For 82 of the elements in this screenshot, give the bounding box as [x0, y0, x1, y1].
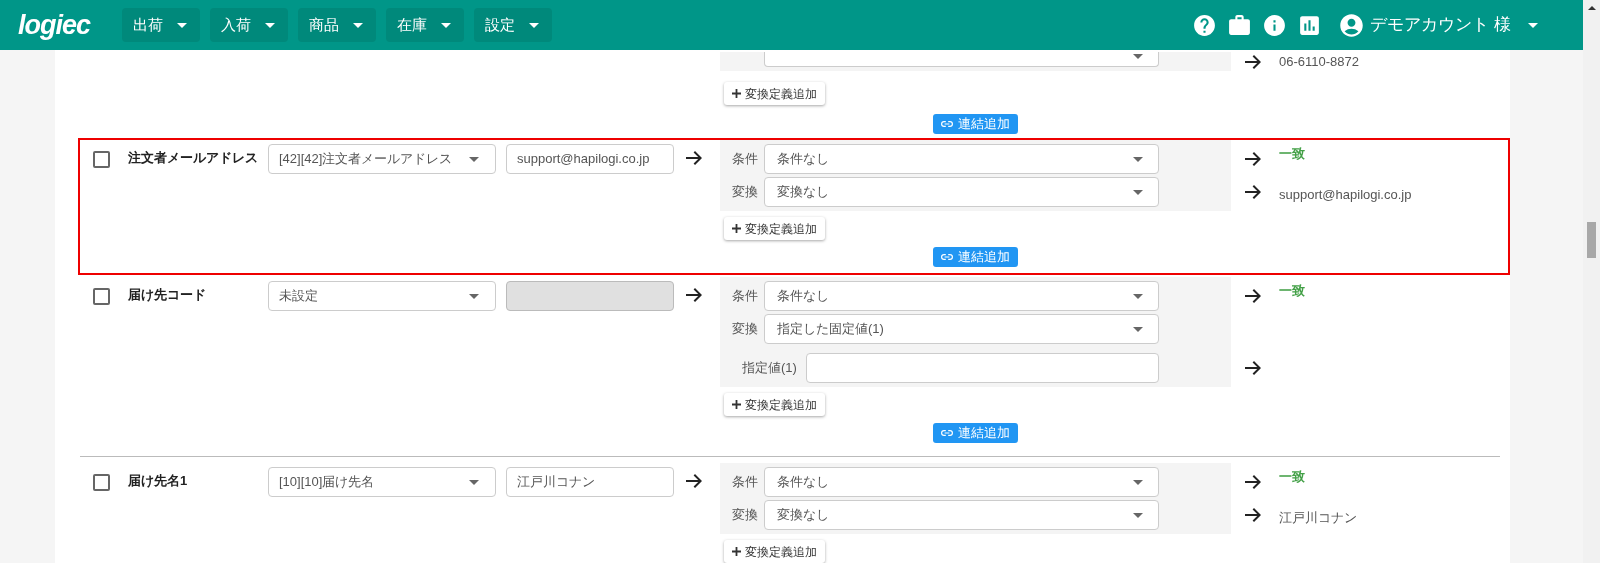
nav-menu[interactable]: 設定	[474, 8, 552, 42]
match-status: 一致	[1279, 145, 1305, 164]
arrow-icon	[1245, 507, 1261, 523]
arrow-icon	[686, 150, 702, 166]
nav-menu[interactable]: 商品	[298, 8, 376, 42]
checkbox[interactable]	[93, 474, 110, 491]
rule-label: 条件	[731, 150, 758, 169]
dropdown-caret-icon	[1133, 156, 1143, 162]
logo: logiec	[18, 11, 92, 39]
dropdown-caret-icon	[469, 479, 479, 485]
caret-icon	[177, 22, 187, 28]
add-conversion-button[interactable]: 変換定義追加	[724, 540, 825, 563]
sample-field[interactable]: 江戸川コナン	[506, 467, 674, 497]
dropdown-caret-icon	[469, 293, 479, 299]
source-select[interactable]: [42][42]注文者メールアドレス	[268, 144, 496, 174]
caret-icon	[1528, 22, 1538, 28]
rule-select[interactable]: 条件なし	[764, 281, 1159, 311]
arrow-icon	[1245, 184, 1261, 200]
nav-menu[interactable]: 出荷	[122, 8, 200, 42]
nav-menu[interactable]: 入荷	[210, 8, 288, 42]
arrow-icon	[686, 473, 702, 489]
arrow-icon	[1245, 474, 1261, 490]
dropdown-caret-icon	[1133, 53, 1143, 59]
match-status: 一致	[1279, 468, 1305, 487]
rule-label: 変換	[731, 183, 758, 202]
caret-icon	[441, 22, 451, 28]
arrow-icon	[1245, 288, 1261, 304]
scroll-thumb[interactable]	[1587, 222, 1596, 258]
value-field[interactable]	[806, 353, 1159, 383]
plus-icon	[732, 400, 741, 409]
account-menu[interactable]: デモアカウント 様	[1338, 11, 1538, 39]
scroll-up-icon[interactable]	[1587, 6, 1596, 10]
info-icon[interactable]	[1262, 12, 1288, 38]
arrow-icon	[1245, 151, 1261, 167]
dropdown-caret-icon	[1133, 189, 1143, 195]
add-conversion-button[interactable]: 変換定義追加	[724, 217, 825, 240]
plus-icon	[732, 224, 741, 233]
field-name: 届け先名1	[128, 472, 188, 490]
result-value: support@hapilogi.co.jp	[1279, 186, 1412, 205]
rule-select[interactable]: 指定した固定値(1)	[764, 314, 1159, 344]
dropdown-caret-icon	[469, 156, 479, 162]
rule-label: 変換	[731, 506, 758, 525]
field-name: 注文者メールアドレス	[128, 149, 258, 167]
caret-icon	[265, 22, 275, 28]
link-icon	[941, 430, 953, 436]
field-name: 届け先コード	[128, 286, 206, 304]
dropdown-caret-icon	[1133, 326, 1143, 332]
source-select[interactable]: [10][10]届け先名	[268, 467, 496, 497]
caret-icon	[529, 22, 539, 28]
arrow-icon	[1245, 360, 1261, 376]
checkbox[interactable]	[93, 151, 110, 168]
account-icon	[1338, 11, 1366, 39]
link-icon	[941, 121, 953, 127]
add-conversion-button[interactable]: 変換定義追加	[724, 393, 825, 416]
add-conversion-button[interactable]: 変換定義追加	[724, 82, 825, 105]
rule-label: 変換	[731, 320, 758, 339]
arrow-icon	[686, 287, 702, 303]
dropdown-caret-icon	[1133, 512, 1143, 518]
briefcase-icon[interactable]	[1227, 12, 1253, 38]
rule-select[interactable]: 条件なし	[764, 144, 1159, 174]
rule-select[interactable]: 条件なし	[764, 467, 1159, 497]
help-icon[interactable]	[1192, 12, 1218, 38]
nav-menu[interactable]: 在庫	[386, 8, 464, 42]
dropdown-caret-icon	[1133, 479, 1143, 485]
sample-field[interactable]: support@hapilogi.co.jp	[506, 144, 674, 174]
arrow-icon	[1245, 53, 1261, 70]
scrollbar[interactable]	[1583, 0, 1600, 563]
checkbox[interactable]	[93, 288, 110, 305]
result-value: 06-6110-8872	[1279, 52, 1359, 71]
link-icon	[941, 254, 953, 260]
rule-label: 条件	[731, 287, 758, 306]
caret-icon	[353, 22, 363, 28]
plus-icon	[732, 547, 741, 556]
source-select[interactable]: 未設定	[268, 281, 496, 311]
rule-select[interactable]: 変換なし	[764, 500, 1159, 530]
result-value: 江戸川コナン	[1279, 509, 1357, 528]
rule-select[interactable]: 変換なし	[764, 177, 1159, 207]
rule-label: 指定値(1)	[741, 359, 798, 378]
match-status: 一致	[1279, 282, 1305, 301]
rule-label: 条件	[731, 473, 758, 492]
dropdown-caret-icon	[1133, 293, 1143, 299]
plus-icon	[732, 89, 741, 98]
